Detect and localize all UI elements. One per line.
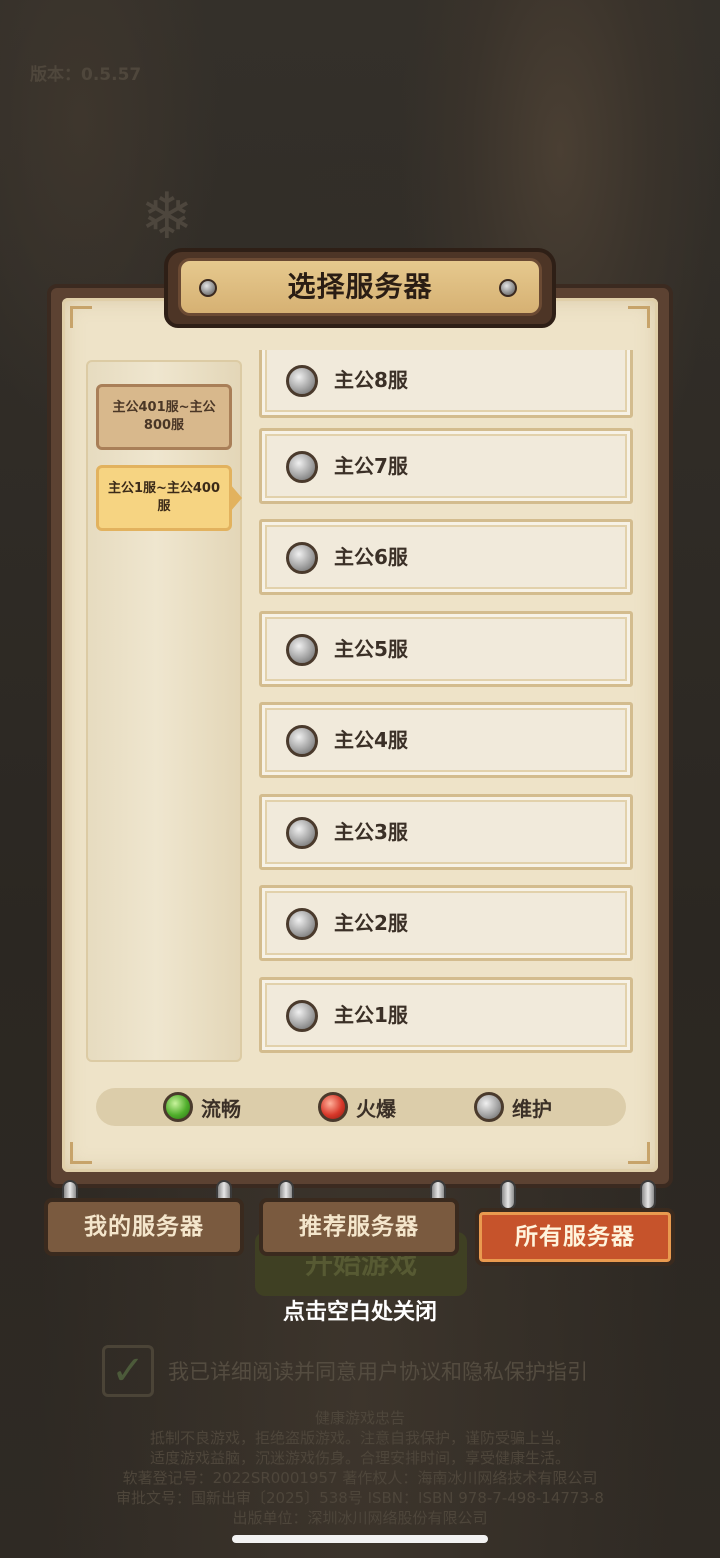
notice-line: 审批文号：国新出审〔2025〕538号 ISBN：ISBN 978-7-498-… xyxy=(116,1489,604,1507)
status-maintenance-icon xyxy=(286,817,318,849)
server-name: 主公2服 xyxy=(334,911,408,935)
notice-line: 抵制不良游戏，拒绝盗版游戏。注意自我保护，谨防受骗上当。 xyxy=(149,1429,570,1447)
server-row-7[interactable]: 主公7服 xyxy=(259,428,633,504)
dialog-title: 选择服务器 xyxy=(287,270,433,303)
corner-ornament xyxy=(70,1142,92,1164)
category-button-1-400[interactable]: 主公1服~主公400服 xyxy=(96,465,232,531)
notice-line: 出版单位：深圳冰川网络股份有限公司 xyxy=(232,1509,488,1527)
status-maintenance-icon xyxy=(286,634,318,666)
status-maintenance-icon xyxy=(286,451,318,483)
tab-recommended-servers[interactable]: 推荐服务器 xyxy=(259,1198,459,1256)
server-name: 主公1服 xyxy=(334,1003,408,1027)
server-row-6[interactable]: 主公6服 xyxy=(259,519,633,595)
status-maintenance-icon xyxy=(286,1000,318,1032)
server-row-4[interactable]: 主公4服 xyxy=(259,702,633,778)
hanger-hook-icon xyxy=(500,1180,516,1210)
server-row-1[interactable]: 主公1服 xyxy=(259,977,633,1053)
server-name: 主公7服 xyxy=(334,454,408,478)
notice-line: 健康游戏忠告 xyxy=(314,1409,405,1427)
server-name: 主公8服 xyxy=(334,368,408,392)
status-maintenance-icon xyxy=(286,542,318,574)
server-name: 主公4服 xyxy=(334,728,408,752)
corner-ornament xyxy=(70,306,92,328)
checkbox-checked-icon: ✓ xyxy=(102,1345,154,1397)
server-row-8[interactable]: 主公8服 xyxy=(259,350,633,418)
legend-label: 流畅 xyxy=(201,1096,241,1121)
corner-ornament xyxy=(628,1142,650,1164)
notice-line: 软著登记号：2022SR0001957 著作权人：海南冰川网络技术有限公司 xyxy=(122,1469,598,1487)
rivet-icon xyxy=(199,279,217,297)
tab-all-servers[interactable]: 所有服务器 xyxy=(475,1208,675,1266)
legend-label: 维护 xyxy=(512,1096,552,1121)
status-maintenance-icon xyxy=(286,908,318,940)
status-maintenance-icon xyxy=(286,725,318,757)
agreement-row: ✓ 我已详细阅读并同意用户协议和隐私保护指引 xyxy=(102,1345,662,1397)
status-smooth-icon xyxy=(163,1092,193,1122)
rivet-icon xyxy=(499,279,517,297)
notice-line: 适度游戏益脑，沉迷游戏伤身。合理安排时间，享受健康生活。 xyxy=(149,1449,570,1467)
hanger-hook-icon xyxy=(640,1180,656,1210)
legend-maintenance: 维护 xyxy=(474,1090,552,1124)
version-label: 版本：0.5.57 xyxy=(30,65,142,85)
category-button-401-800[interactable]: 主公401服~主公800服 xyxy=(96,384,232,450)
legend-busy: 火爆 xyxy=(318,1090,396,1124)
home-indicator[interactable] xyxy=(232,1535,488,1543)
tab-my-servers[interactable]: 我的服务器 xyxy=(44,1198,244,1256)
close-hint-text: 点击空白处关闭 xyxy=(282,1300,437,1325)
legend-label: 火爆 xyxy=(356,1096,396,1121)
server-list[interactable]: 主公8服 主公7服 主公6服 主公5服 主公4服 主公3服 主公2服 主公1服 xyxy=(259,350,635,1062)
server-row-5[interactable]: 主公5服 xyxy=(259,611,633,687)
status-maintenance-icon xyxy=(286,365,318,397)
server-row-2[interactable]: 主公2服 xyxy=(259,885,633,961)
status-busy-icon xyxy=(318,1092,348,1122)
agreement-text: 我已详细阅读并同意用户协议和隐私保护指引 xyxy=(168,1360,588,1384)
health-notice: 健康游戏忠告 抵制不良游戏，拒绝盗版游戏。注意自我保护，谨防受骗上当。 适度游戏… xyxy=(0,1408,720,1528)
legend-smooth: 流畅 xyxy=(163,1090,241,1124)
server-name: 主公5服 xyxy=(334,637,408,661)
server-name: 主公3服 xyxy=(334,820,408,844)
server-name: 主公6服 xyxy=(334,545,408,569)
server-row-3[interactable]: 主公3服 xyxy=(259,794,633,870)
status-maintenance-icon xyxy=(474,1092,504,1122)
snowflake-icon: ❄ xyxy=(140,180,194,254)
selected-arrow-icon xyxy=(230,484,242,512)
corner-ornament xyxy=(628,306,650,328)
